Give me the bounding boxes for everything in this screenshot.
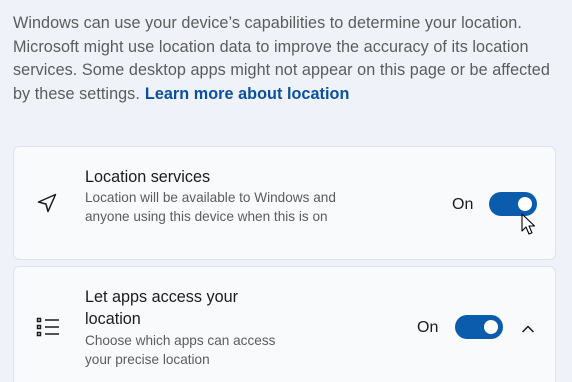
location-services-title: Location services [85, 168, 211, 186]
location-settings-page: Windows can use your device’s capabiliti… [0, 0, 572, 382]
toggle-knob [484, 320, 498, 334]
learn-more-location-link[interactable]: Learn more about location [145, 85, 350, 103]
apps-access-state-label: On [417, 319, 439, 336]
apps-access-title: Let apps access your location [85, 288, 238, 328]
chevron-up-icon[interactable] [521, 321, 535, 339]
location-services-card: Location services Location will be avail… [13, 146, 556, 260]
apps-access-description: Choose which apps can access your precis… [85, 333, 276, 367]
location-services-description: Location will be available to Windows an… [85, 190, 336, 224]
toggle-knob [518, 197, 532, 211]
apps-access-toggle[interactable] [455, 315, 503, 339]
bulleted-list-icon [35, 315, 61, 344]
location-arrow-icon [35, 191, 59, 220]
location-services-toggle[interactable] [489, 192, 537, 216]
location-intro-paragraph: Windows can use your device’s capabiliti… [13, 12, 563, 106]
location-services-state-label: On [452, 196, 474, 213]
apps-location-access-card[interactable]: Let apps access your location Choose whi… [13, 266, 556, 382]
